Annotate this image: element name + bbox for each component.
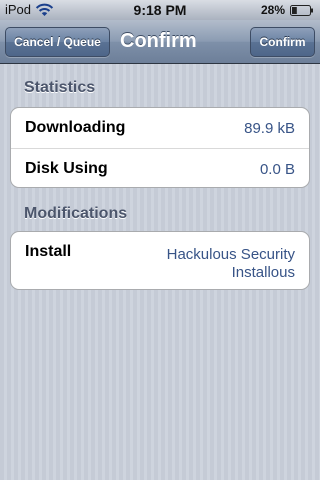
disk-using-label: Disk Using: [25, 160, 108, 177]
statistics-group: Downloading 89.9 kB Disk Using 0.0 B: [10, 107, 310, 188]
battery-percent: 28%: [260, 3, 285, 17]
battery-icon: [290, 5, 313, 16]
downloading-row: Downloading 89.9 kB: [11, 108, 309, 148]
confirm-button[interactable]: Confirm: [250, 27, 315, 57]
modifications-group: Install Hackulous Security Installous: [10, 231, 310, 290]
status-bar: iPod 9:18 PM 28%: [0, 0, 320, 20]
install-package-name: Hackulous Security Installous: [166, 246, 295, 281]
install-label: Install: [25, 243, 72, 260]
page-title: Confirm: [120, 30, 197, 52]
navigation-bar: Cancel / Queue Confirm Confirm: [0, 20, 320, 64]
cancel-queue-button[interactable]: Cancel / Queue: [5, 27, 110, 57]
disk-using-row: Disk Using 0.0 B: [11, 148, 309, 187]
downloading-value: 89.9 kB: [244, 120, 295, 137]
downloading-label: Downloading: [25, 119, 126, 136]
statistics-header: Statistics: [24, 79, 96, 96]
install-row[interactable]: Install Hackulous Security Installous: [11, 232, 309, 289]
modifications-header: Modifications: [24, 205, 128, 222]
disk-using-value: 0.0 B: [259, 161, 295, 178]
